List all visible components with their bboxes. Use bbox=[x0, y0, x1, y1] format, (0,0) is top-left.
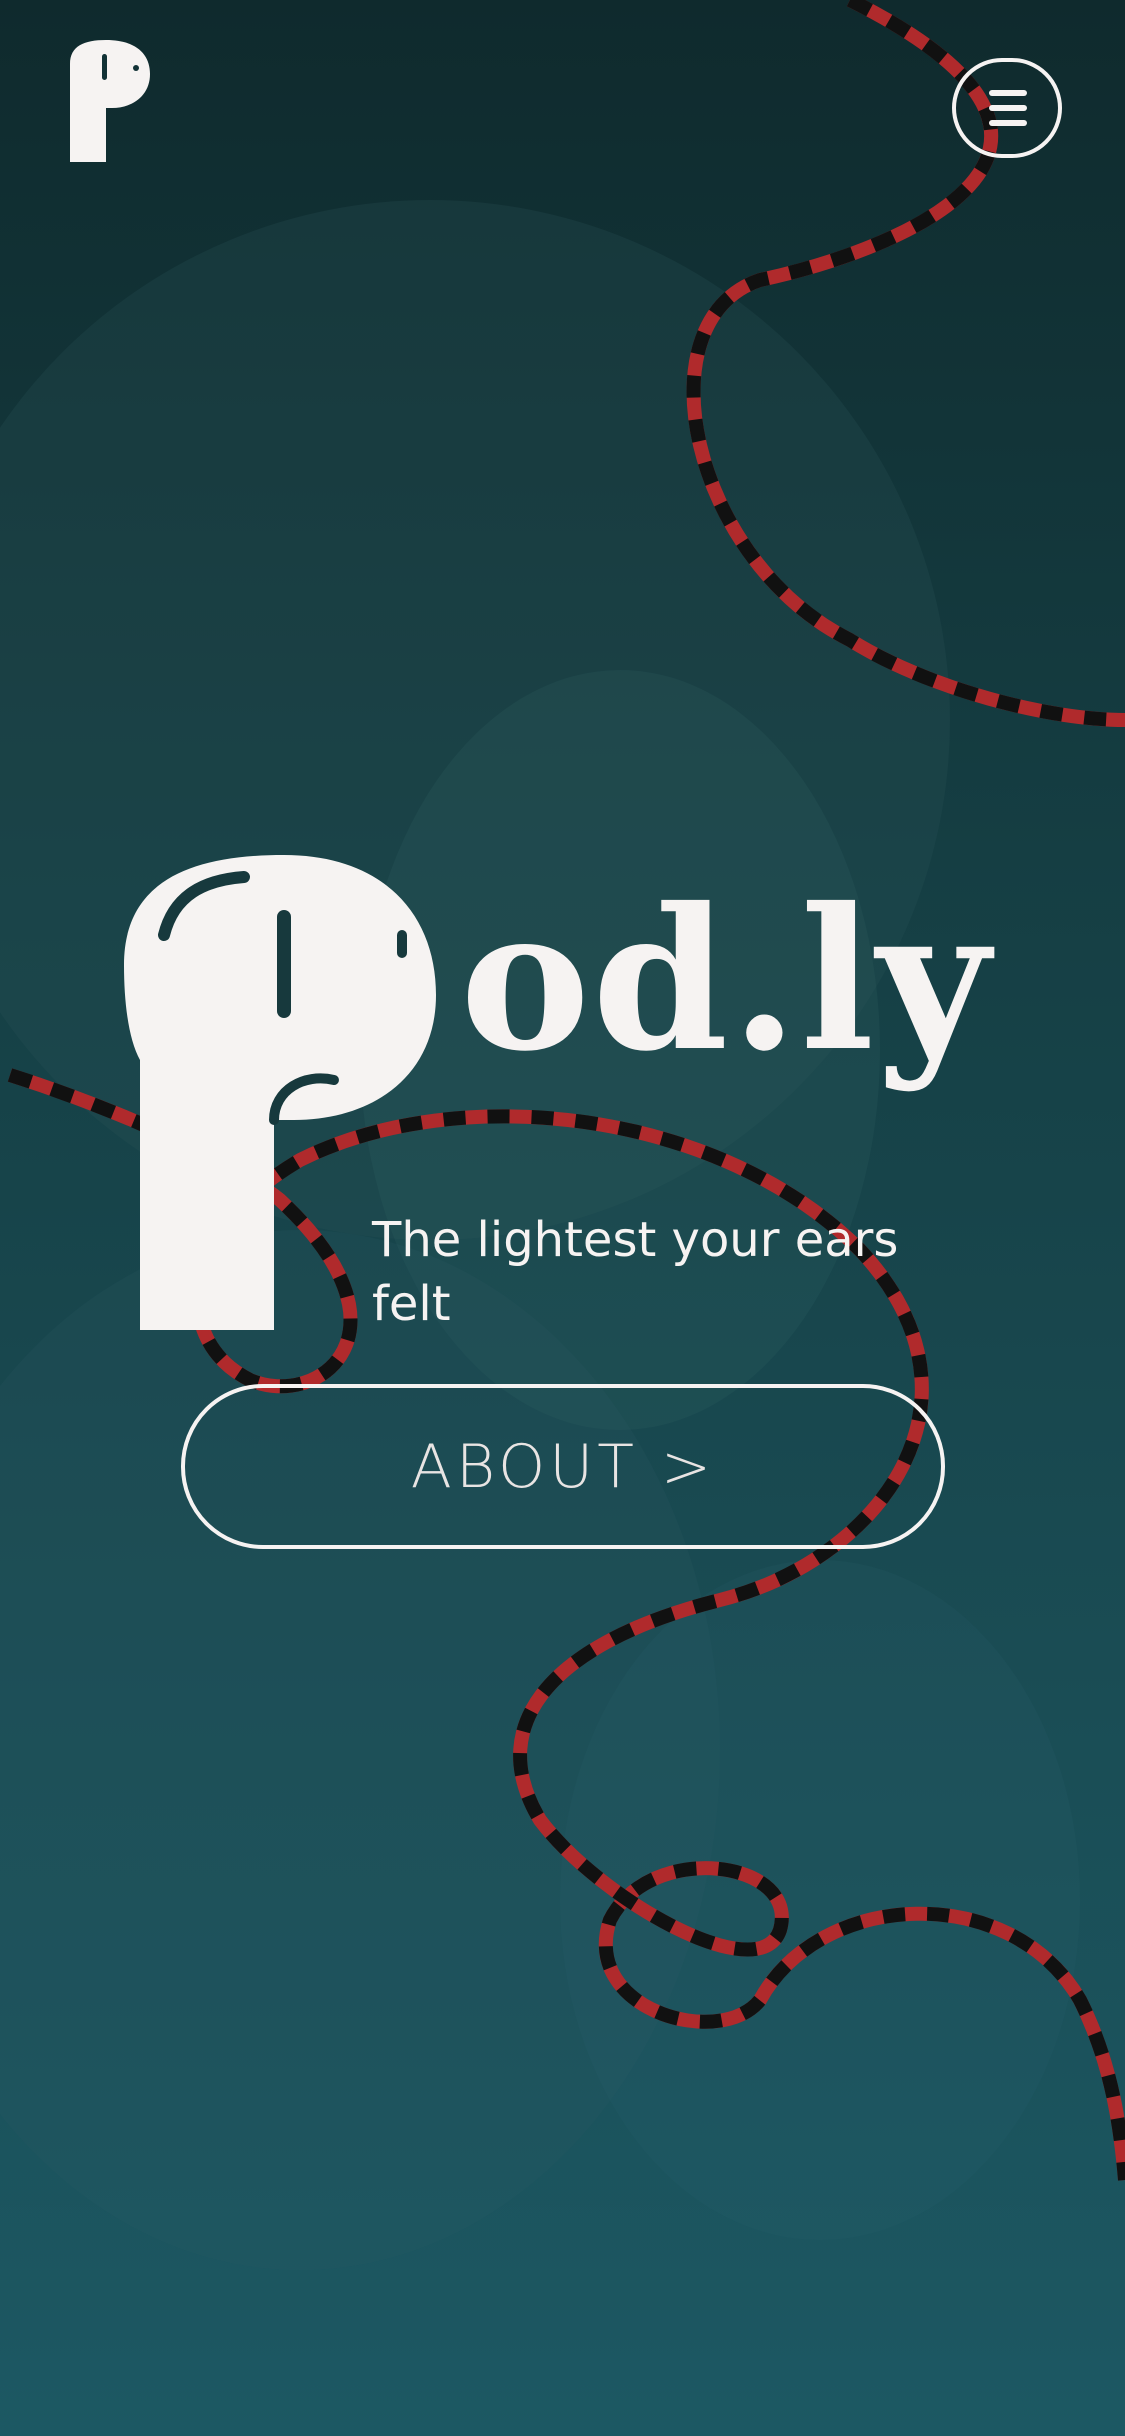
menu-button[interactable] bbox=[952, 58, 1062, 158]
logo-wordmark: od.ly bbox=[460, 865, 992, 1094]
about-button-label: ABOUT > bbox=[410, 1431, 716, 1502]
about-button[interactable]: ABOUT > bbox=[181, 1384, 945, 1549]
hamburger-menu-line bbox=[989, 105, 1027, 111]
tagline: The lightest your ears felt bbox=[372, 1212, 899, 1332]
earbud-logo-icon[interactable] bbox=[66, 40, 150, 162]
hamburger-menu-icon bbox=[989, 90, 1027, 96]
hamburger-menu-line bbox=[989, 120, 1027, 126]
